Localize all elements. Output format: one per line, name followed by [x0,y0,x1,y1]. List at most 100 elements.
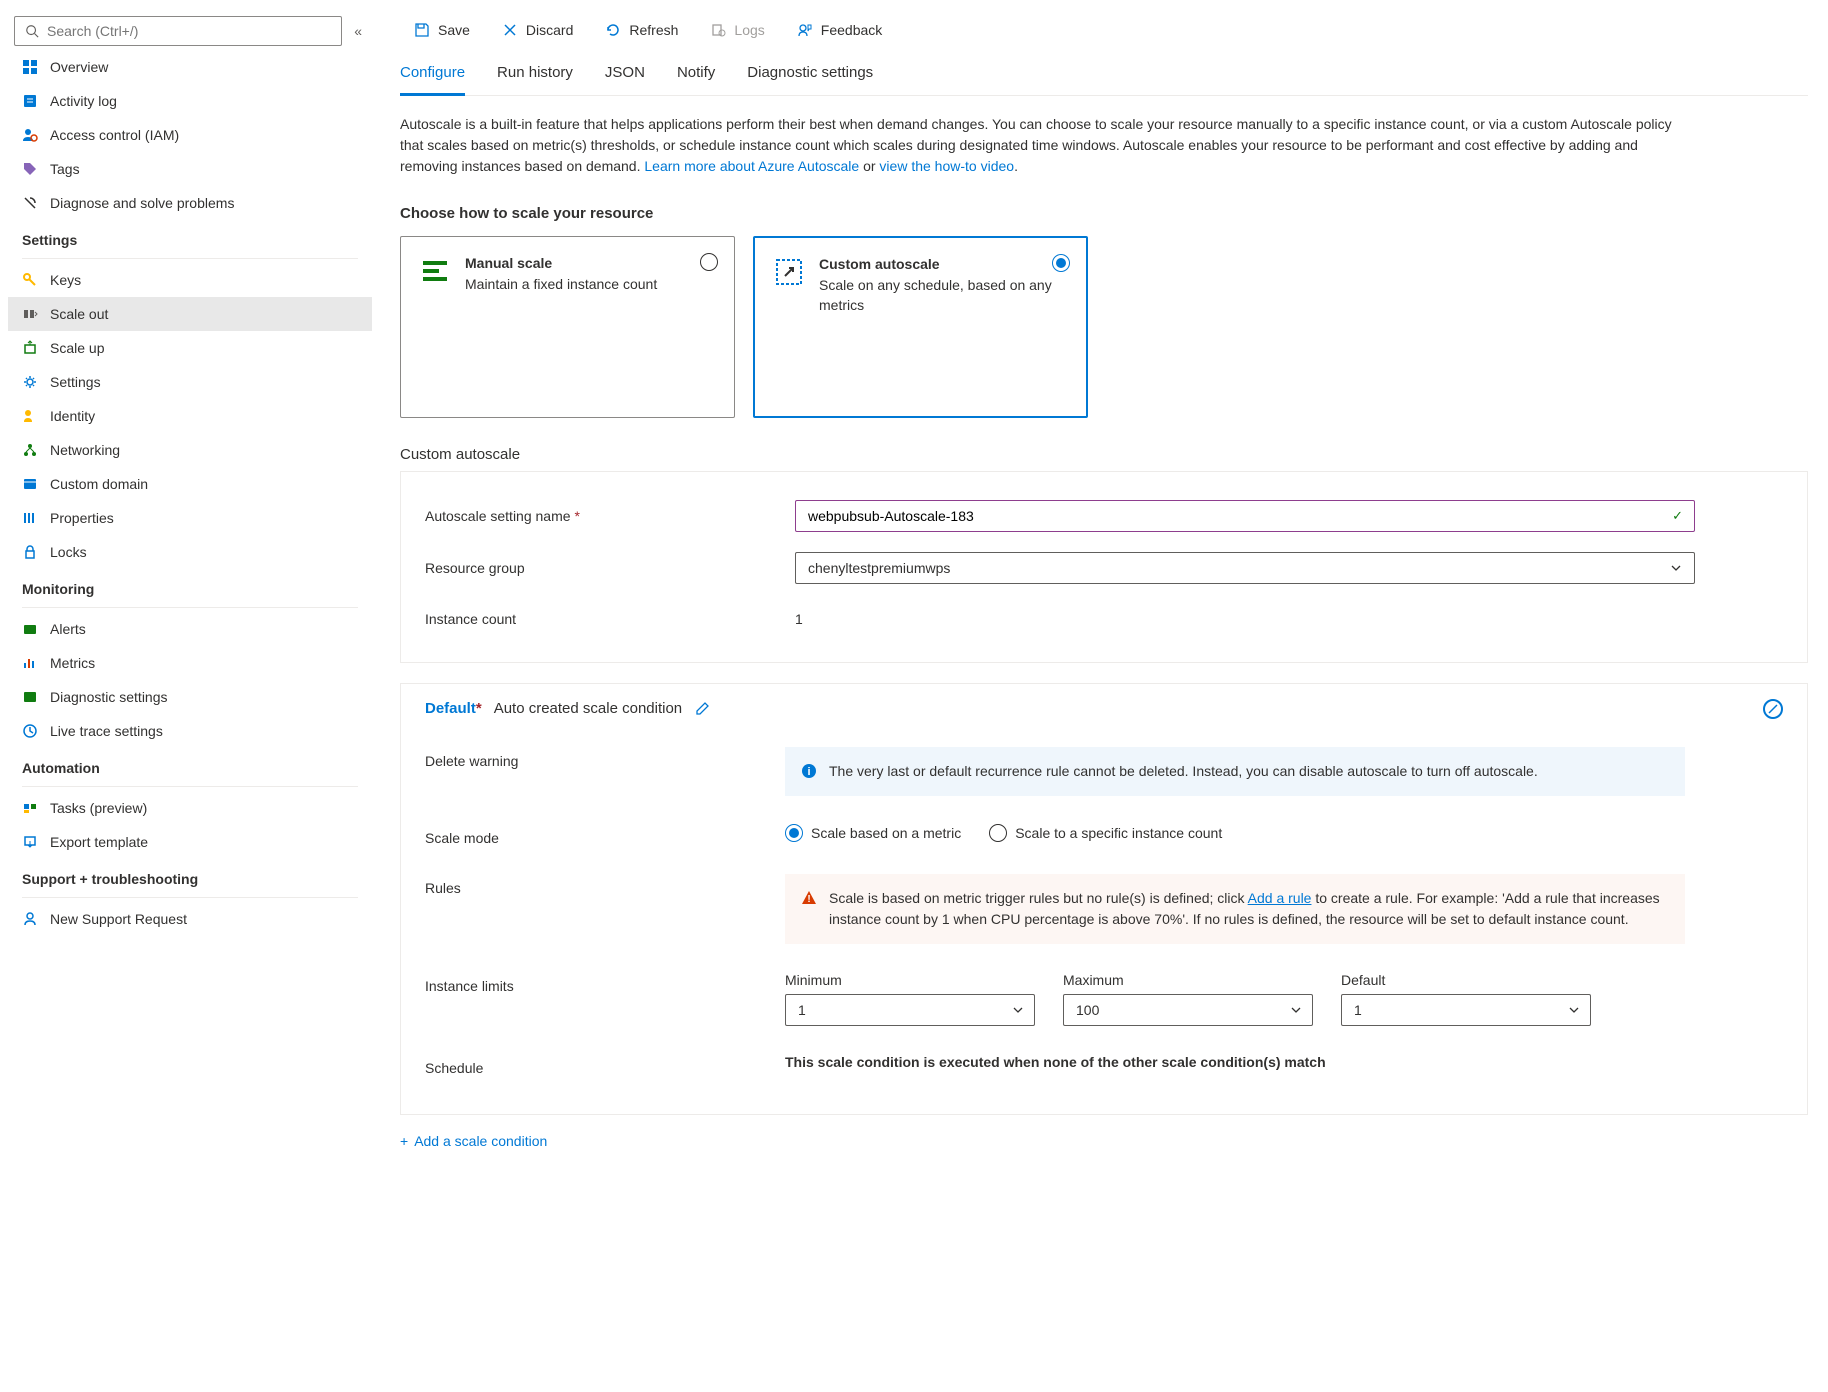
nav-label: Diagnostic settings [50,689,168,705]
manual-scale-radio[interactable] [700,253,718,271]
tab-configure[interactable]: Configure [400,54,465,96]
nav-overview[interactable]: Overview [8,50,372,84]
block-icon[interactable] [1763,699,1783,719]
resource-group-label: Resource group [425,560,795,576]
nav-networking[interactable]: Networking [8,433,372,467]
refresh-button[interactable]: Refresh [591,16,692,44]
nav-label: Live trace settings [50,723,163,739]
feedback-button[interactable]: Feedback [783,16,896,44]
activity-log-icon [22,93,38,109]
delete-warning-box: i The very last or default recurrence ru… [785,747,1685,796]
chevron-down-icon [1670,562,1682,574]
nav-activity-log[interactable]: Activity log [8,84,372,118]
export-icon [22,834,38,850]
svg-text:!: ! [807,894,810,905]
custom-autoscale-radio[interactable] [1052,254,1070,272]
main-content: Save Discard Refresh Logs Feedback Confi… [380,0,1828,1392]
custom-autoscale-title: Custom autoscale [819,256,1068,272]
nav-label: Settings [50,374,101,390]
rules-label: Rules [425,874,785,944]
custom-autoscale-icon [773,256,805,288]
nav-tags[interactable]: Tags [8,152,372,186]
max-label: Maximum [1063,972,1313,988]
nav-label: New Support Request [50,911,187,927]
diagnose-icon [22,195,38,211]
nav-label: Identity [50,408,95,424]
chevron-down-icon [1290,1004,1302,1016]
identity-icon [22,408,38,424]
nav-tasks[interactable]: Tasks (preview) [8,791,372,825]
nav-custom-domain[interactable]: Custom domain [8,467,372,501]
scale-mode-metric-radio[interactable]: Scale based on a metric [785,824,961,842]
tab-diagnostic[interactable]: Diagnostic settings [747,54,873,95]
max-select[interactable]: 100 [1063,994,1313,1026]
condition-subtitle: Auto created scale condition [494,700,682,717]
scale-mode-instance-radio[interactable]: Scale to a specific instance count [989,824,1222,842]
choose-heading: Choose how to scale your resource [400,191,1808,236]
min-select[interactable]: 1 [785,994,1035,1026]
nav-diagnostic-settings[interactable]: Diagnostic settings [8,680,372,714]
default-select[interactable]: 1 [1341,994,1591,1026]
nav-keys[interactable]: Keys [8,263,372,297]
nav-identity[interactable]: Identity [8,399,372,433]
search-input[interactable] [14,16,342,46]
custom-autoscale-card[interactable]: Custom autoscale Scale on any schedule, … [753,236,1088,418]
resource-group-select[interactable]: chenyltestpremiumwps [795,552,1695,584]
nav-access-control[interactable]: Access control (IAM) [8,118,372,152]
nav-label: Custom domain [50,476,148,492]
condition-title: Default* [425,700,482,717]
manual-scale-card[interactable]: Manual scale Maintain a fixed instance c… [400,236,735,418]
nav-label: Scale up [50,340,104,356]
tab-run-history[interactable]: Run history [497,54,573,95]
schedule-text: This scale condition is executed when no… [785,1054,1685,1076]
networking-icon [22,442,38,458]
tab-notify[interactable]: Notify [677,54,715,95]
diagnostic-settings-icon [22,689,38,705]
nav-diagnose[interactable]: Diagnose and solve problems [8,186,372,220]
tags-icon [22,161,38,177]
setting-name-input[interactable] [795,500,1695,532]
chevron-down-icon [1568,1004,1580,1016]
nav-label: Properties [50,510,114,526]
instance-count-label: Instance count [425,611,795,627]
toolbar: Save Discard Refresh Logs Feedback [400,0,1808,54]
nav-locks[interactable]: Locks [8,535,372,569]
manual-scale-icon [419,255,451,287]
edit-icon[interactable] [694,701,710,717]
metrics-icon [22,655,38,671]
min-label: Minimum [785,972,1035,988]
discard-button[interactable]: Discard [488,16,587,44]
collapse-sidebar-button[interactable]: « [350,19,366,43]
alerts-icon [22,621,38,637]
add-rule-link[interactable]: Add a rule [1248,890,1312,906]
lock-icon [22,544,38,560]
nav-settings[interactable]: Settings [8,365,372,399]
nav-scale-up[interactable]: Scale up [8,331,372,365]
nav-scale-out[interactable]: Scale out [8,297,372,331]
add-scale-condition-button[interactable]: + Add a scale condition [400,1115,1808,1167]
instance-count-value: 1 [795,604,803,634]
logs-icon [710,22,726,38]
howto-video-link[interactable]: view the how-to video [879,158,1014,174]
nav-live-trace[interactable]: Live trace settings [8,714,372,748]
default-condition-card: Default* Auto created scale condition De… [400,683,1808,1115]
nav-label: Scale out [50,306,108,322]
warning-icon: ! [801,890,817,906]
save-icon [414,22,430,38]
save-button[interactable]: Save [400,16,484,44]
properties-icon [22,510,38,526]
search-icon [25,24,39,38]
tab-json[interactable]: JSON [605,54,645,95]
autoscale-form: Autoscale setting name* ✓ Resource group… [400,471,1808,663]
nav-alerts[interactable]: Alerts [8,612,372,646]
nav-new-support[interactable]: New Support Request [8,902,372,936]
nav-section-automation: Automation [8,748,372,782]
instance-limits-label: Instance limits [425,972,785,1026]
learn-more-link[interactable]: Learn more about Azure Autoscale [644,158,859,174]
setting-name-label: Autoscale setting name* [425,508,795,524]
nav-properties[interactable]: Properties [8,501,372,535]
gear-icon [22,374,38,390]
nav-metrics[interactable]: Metrics [8,646,372,680]
nav-export-template[interactable]: Export template [8,825,372,859]
nav-label: Locks [50,544,87,560]
